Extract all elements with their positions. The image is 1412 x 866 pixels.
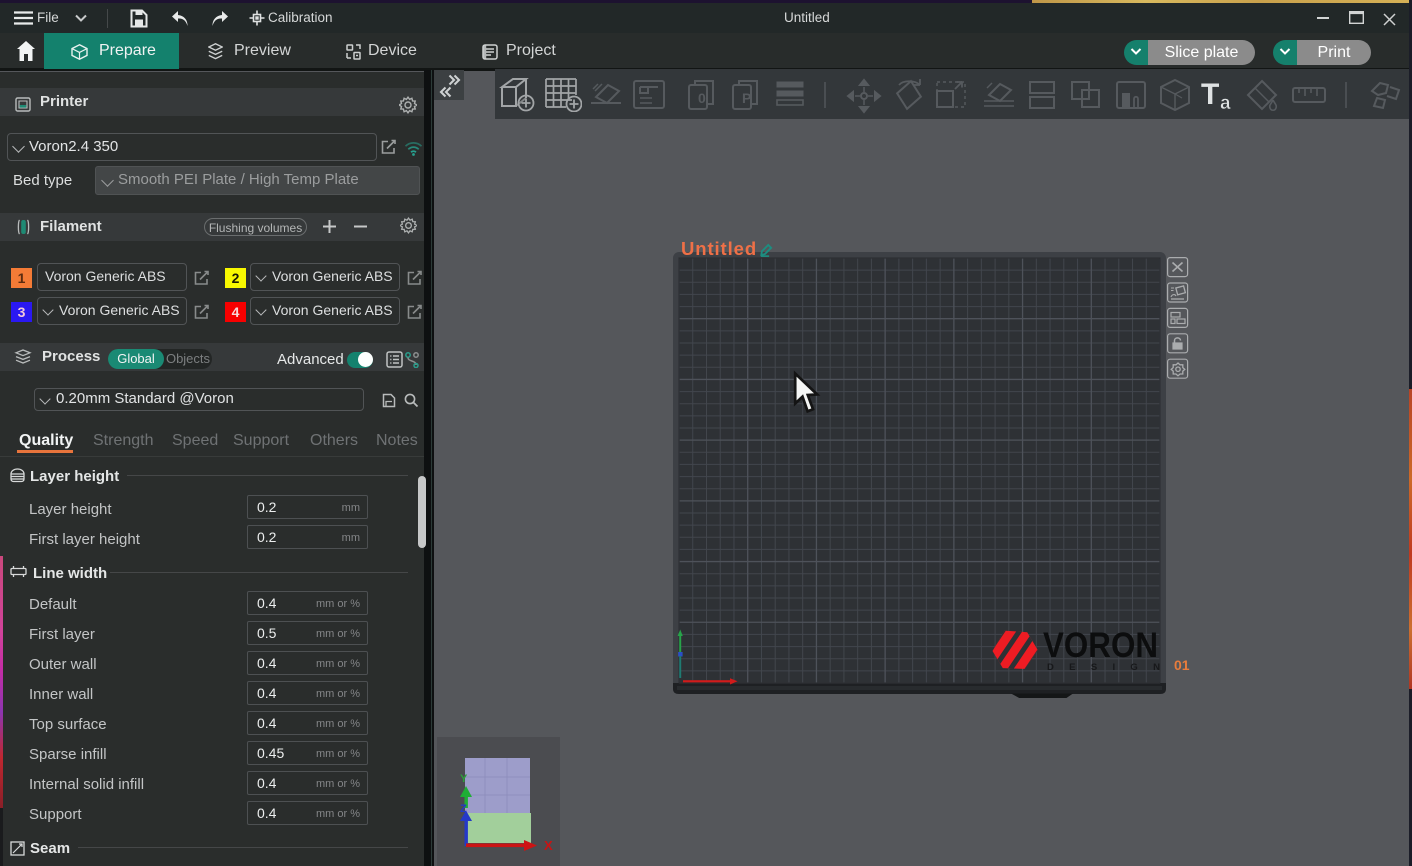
svg-text:VORON: VORON (1043, 626, 1158, 665)
svg-text:P: P (742, 90, 751, 106)
svg-text:X: X (544, 838, 553, 853)
svg-text:Y: Y (460, 773, 468, 785)
svg-text:0: 0 (698, 90, 706, 106)
svg-text:T: T (1201, 78, 1219, 111)
svg-text:a: a (1220, 93, 1231, 112)
